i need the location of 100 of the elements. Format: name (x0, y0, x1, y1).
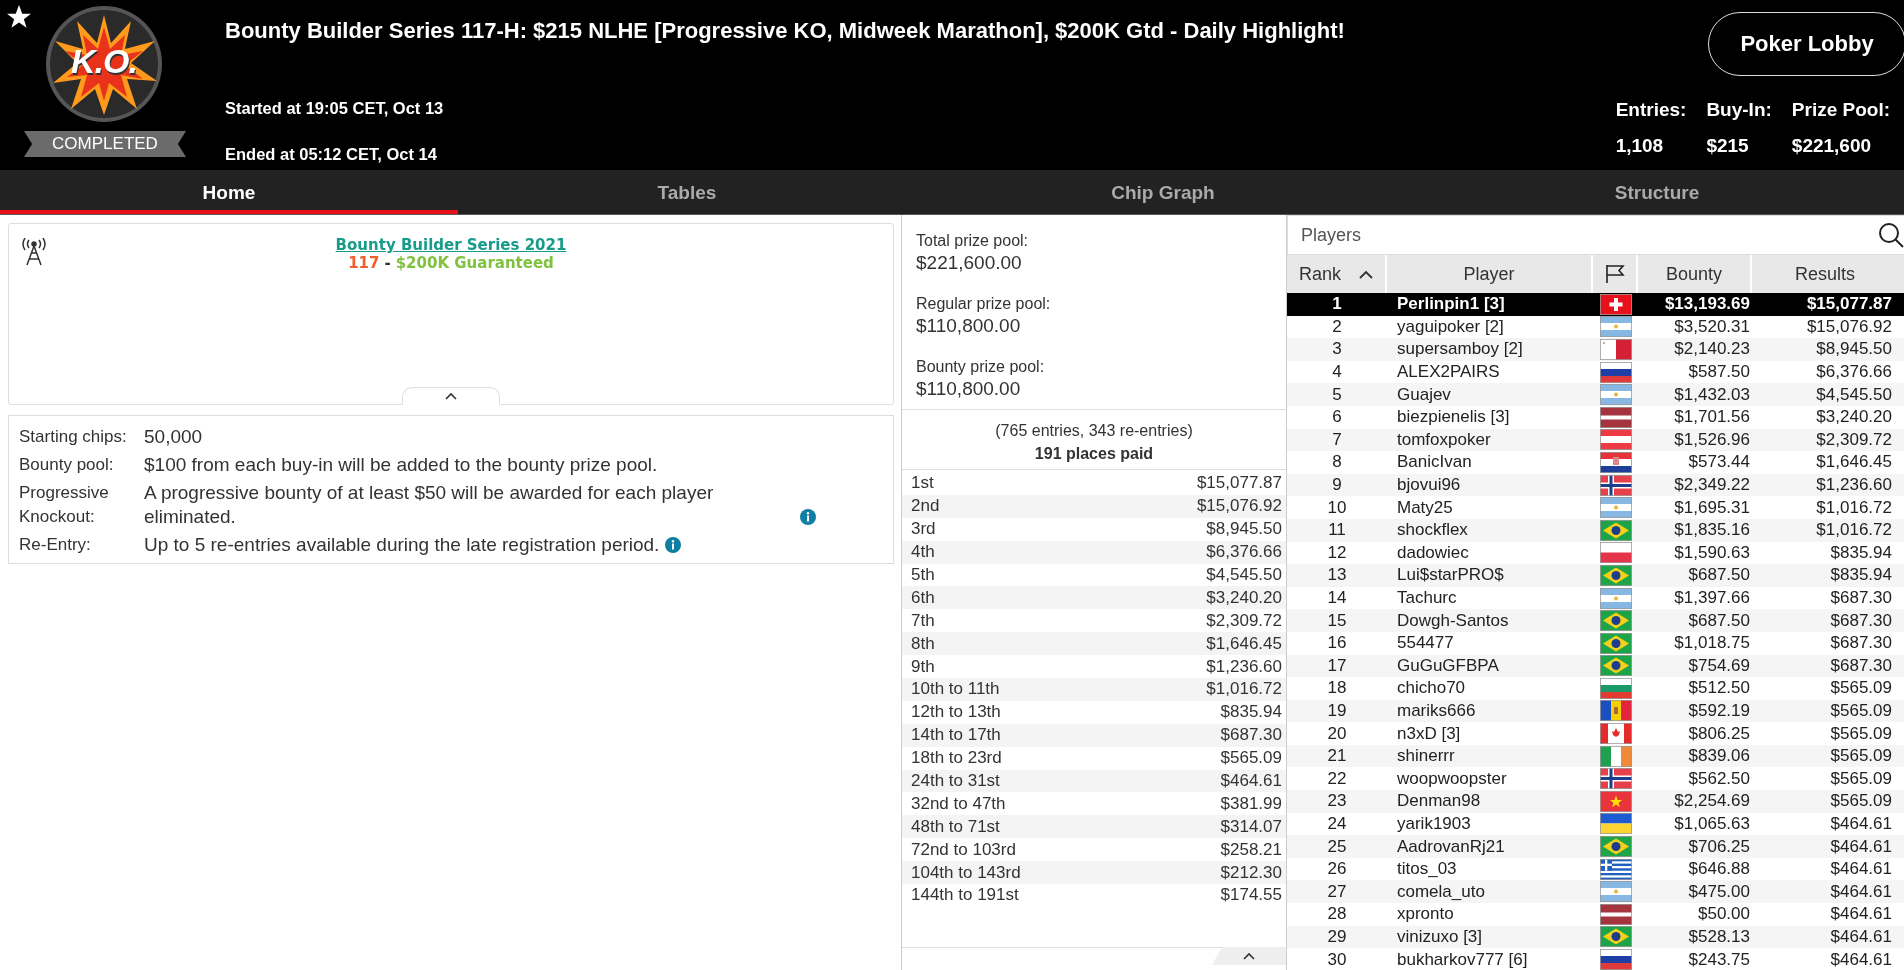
player-name: vinizuxo [3] (1396, 926, 1484, 947)
payout-place: 32nd to 47th (911, 793, 1006, 814)
player-row[interactable]: 1 Perlinpin1 [3] $13,193.69 $15,077.87 (1287, 293, 1904, 316)
status-ribbon: COMPLETED (24, 131, 186, 157)
column-header[interactable]: Rank (1299, 263, 1341, 285)
player-row[interactable]: 18 chicho70 $512.50 $565.09 (1287, 677, 1904, 700)
rank-cell-text: 17 (1326, 655, 1348, 676)
column-header[interactable]: Bounty (1665, 263, 1722, 285)
player-row[interactable]: 30 bukharkov777 [6] $243.75 $464.61 (1287, 948, 1904, 970)
player-name: yaguipoker [2] (1396, 316, 1505, 337)
info-icon[interactable] (800, 509, 816, 525)
player-row[interactable]: 28 xpronto $50.00 $464.61 (1287, 903, 1904, 926)
tab[interactable]: Structure (1410, 170, 1904, 214)
search-icon[interactable] (1879, 223, 1904, 248)
poker-lobby-button[interactable]: Poker Lobby (1708, 12, 1904, 76)
player-row[interactable]: 22 woopwoopster $562.50 $565.09 (1287, 767, 1904, 791)
result-cell-text: $464.61 (1829, 836, 1893, 857)
flag-column-icon[interactable] (1603, 264, 1626, 284)
player-row[interactable]: 5 Guajev $1,432.03 $4,545.50 (1287, 383, 1904, 406)
bounty-cell-text: $1,701.56 (1673, 407, 1751, 428)
payout-place: 4th (911, 542, 935, 563)
player-row[interactable]: 20 n3xD [3] $806.25 $565.09 (1287, 722, 1904, 745)
player-row[interactable]: 13 Lui$starPRO$ $687.50 $835.94 (1287, 564, 1904, 587)
payout-amount: $3,240.20 (1206, 587, 1282, 608)
player-row[interactable]: 24 yarik1903 $1,065.63 $464.61 (1287, 812, 1904, 836)
bounty-cell-text: $50.00 (1697, 904, 1751, 925)
payout-amount: $6,376.66 (1206, 542, 1282, 563)
tab[interactable]: Home (0, 170, 458, 214)
result-cell-text: $464.61 (1829, 859, 1893, 880)
result-cell-text: $565.09 (1829, 701, 1893, 721)
column-header[interactable]: Results (1795, 263, 1855, 285)
result-cell-text: $3,240.20 (1815, 407, 1893, 428)
player-row[interactable]: 14 Tachurc $1,397.66 $687.30 (1287, 586, 1904, 610)
start-time: Started at 19:05 CET, Oct 13 (225, 99, 445, 118)
pool-label: Bounty prize pool: (916, 357, 1046, 377)
pool-value: $221,600.00 (916, 251, 1023, 275)
player-row[interactable]: 11 shockflex $1,835.16 $1,016.72 (1287, 518, 1904, 542)
result-cell-text: $1,016.72 (1815, 520, 1893, 541)
pool-label: Regular prize pool: (916, 294, 1052, 314)
bounty-cell-text: $754.69 (1687, 655, 1751, 676)
info-icon[interactable] (665, 537, 682, 553)
player-row[interactable]: 29 vinizuxo [3] $528.13 $464.61 (1287, 925, 1904, 949)
tab[interactable]: Tables (458, 170, 916, 214)
player-row[interactable]: 2 yaguipoker [2] $3,520.31 $15,076.92 (1287, 315, 1904, 339)
pool-label: Total prize pool: (916, 231, 1030, 251)
tournament-title: Bounty Builder Series 117-H: $215 NLHE [Progressive KO, Midweek Marathon], $200K Gtd - Daily Highlight! (225, 17, 1346, 45)
player-row[interactable]: 21 shinerrr $839.06 $565.09 (1287, 744, 1904, 768)
panel-title: Players (1301, 224, 1362, 246)
player-row[interactable]: 15 Dowgh-Santos $687.50 $687.30 (1287, 609, 1904, 632)
tab[interactable]: Chip Graph (916, 170, 1410, 214)
player-row[interactable]: 19 mariks666 $592.19 $565.09 (1287, 699, 1904, 723)
star-icon[interactable] (6, 4, 32, 30)
rank-cell-text: 3 (1331, 339, 1343, 360)
result-cell-text: $464.61 (1829, 949, 1893, 970)
rank-cell-text: 8 (1331, 452, 1343, 473)
rank-cell-text: 9 (1331, 475, 1343, 496)
places-paid: 191 places paid (1034, 444, 1154, 464)
bounty-cell-text: $839.06 (1687, 746, 1751, 767)
player-row[interactable]: 12 dadowiec $1,590.63 $835.94 (1287, 541, 1904, 565)
result-cell-text: $835.94 (1829, 542, 1893, 563)
bounty-cell-text: $475.00 (1687, 881, 1751, 902)
payout-amount: $381.99 (1220, 793, 1282, 814)
player-name: biezpienelis [3] (1396, 407, 1511, 428)
bounty-cell-text: $587.50 (1687, 362, 1751, 383)
player-row[interactable]: 4 ALEX2PAIRS $587.50 $6,376.66 (1287, 360, 1904, 384)
player-name: Maty25 (1396, 497, 1454, 518)
player-row[interactable]: 9 bjovui96 $2,349.22 $1,236.60 (1287, 473, 1904, 497)
result-cell-text: $464.61 (1829, 813, 1893, 834)
player-name: supersamboy [2] (1396, 339, 1524, 360)
player-name: bjovui96 (1396, 475, 1462, 496)
payout-place: 12th to 13th (911, 702, 1001, 723)
player-row[interactable]: 16 554477 $1,018.75 $687.30 (1287, 631, 1904, 655)
player-row[interactable]: 23 Denman98 $2,254.69 $565.09 (1287, 790, 1904, 813)
payout-amount: $464.61 (1220, 771, 1282, 791)
player-name: shinerrr (1396, 746, 1456, 767)
rank-cell-text: 18 (1326, 678, 1348, 699)
expand-chevron-icon[interactable] (1243, 952, 1255, 960)
player-row[interactable]: 26 titos_03 $646.88 $464.61 (1287, 857, 1904, 881)
stat-value: $221,600 (1791, 135, 1873, 157)
payout-place: 10th to 11th (911, 679, 1000, 700)
payout-place: 7th (911, 610, 935, 631)
payout-amount: $4,545.50 (1206, 565, 1282, 585)
player-row[interactable]: 3 supersamboy [2] $2,140.23 $8,945.50 (1287, 338, 1904, 361)
player-row[interactable]: 10 Maty25 $1,695.31 $1,016.72 (1287, 496, 1904, 519)
player-row[interactable]: 25 AadrovanRj21 $706.25 $464.61 (1287, 835, 1904, 858)
result-cell-text: $15,077.87 (1805, 294, 1893, 315)
bounty-cell-text: $573.44 (1687, 452, 1751, 473)
player-name: comela_uto (1396, 881, 1486, 902)
player-row[interactable]: 8 BanicIvan $573.44 $1,646.45 (1287, 451, 1904, 474)
collapse-chevron-icon[interactable] (445, 392, 457, 400)
antenna-tower-icon (22, 238, 46, 266)
player-row[interactable]: 7 tomfoxpoker $1,526.96 $2,309.72 (1287, 428, 1904, 452)
player-row[interactable]: 6 biezpienelis [3] $1,701.56 $3,240.20 (1287, 405, 1904, 429)
player-row[interactable]: 17 GuGuGFBPA $754.69 $687.30 (1287, 654, 1904, 678)
result-cell-text: $1,236.60 (1815, 475, 1893, 496)
sort-ascending-icon[interactable] (1359, 269, 1373, 279)
payout-place: 1st (911, 473, 934, 494)
player-row[interactable]: 27 comela_uto $475.00 $464.61 (1287, 880, 1904, 904)
column-header[interactable]: Player (1463, 263, 1515, 285)
result-cell-text: $565.09 (1829, 723, 1893, 744)
